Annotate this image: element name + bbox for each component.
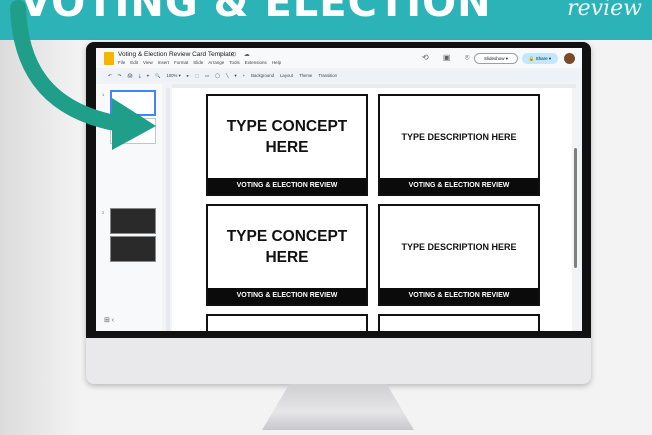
toolbar-item[interactable]: Layout — [280, 73, 293, 78]
card-concept-text[interactable]: TYPE CONCEPT HERE — [208, 206, 366, 288]
menu-item[interactable]: Arrange — [208, 60, 224, 65]
slide-canvas[interactable]: TYPE CONCEPT HERE VOTING & ELECTION REVIE… — [172, 88, 572, 331]
title-actions-icons[interactable]: ☆ ⊡ ☁ — [218, 51, 253, 58]
card-footer: VOTING & ELECTION REVIEW — [380, 288, 538, 304]
history-icons[interactable]: ⟲ ▣ ⌾ — [422, 53, 476, 63]
toolbar-item[interactable]: ╲ — [226, 73, 229, 78]
toolbar-item[interactable]: ▾ — [234, 73, 236, 78]
grid-view-icon[interactable]: ⊞ ‹ — [104, 316, 114, 324]
scrollbar[interactable] — [574, 148, 577, 268]
share-button[interactable]: 🔒 Share ▾ — [522, 53, 558, 64]
review-card-partial[interactable] — [206, 314, 368, 331]
card-footer: VOTING & ELECTION REVIEW — [208, 288, 366, 304]
toolbar-item[interactable]: Transition — [318, 73, 337, 78]
toolbar-item[interactable]: ▭ — [205, 73, 209, 78]
toolbar-item[interactable]: Theme — [299, 73, 312, 78]
curved-arrow-icon — [10, 0, 156, 150]
avatar[interactable] — [564, 53, 575, 64]
slide-number: 2 — [102, 210, 105, 215]
review-card[interactable]: TYPE DESCRIPTION HERE VOTING & ELECTION R… — [378, 204, 540, 306]
card-footer: VOTING & ELECTION REVIEW — [208, 178, 366, 194]
banner-script: review — [567, 0, 642, 21]
review-card[interactable]: TYPE CONCEPT HERE VOTING & ELECTION REVIE… — [206, 94, 368, 196]
slide-thumbnail[interactable] — [110, 236, 156, 262]
slide-thumbnail[interactable] — [110, 208, 156, 234]
menu-item[interactable]: Help — [272, 60, 281, 65]
card-description-text[interactable]: TYPE DESCRIPTION HERE — [380, 206, 538, 288]
toolbar-item[interactable]: Background — [251, 73, 274, 78]
card-footer: VOTING & ELECTION REVIEW — [380, 178, 538, 194]
monitor-stand — [262, 384, 414, 430]
review-card[interactable]: TYPE DESCRIPTION HERE VOTING & ELECTION R… — [378, 94, 540, 196]
review-card[interactable]: TYPE CONCEPT HERE VOTING & ELECTION REVIE… — [206, 204, 368, 306]
card-concept-text[interactable]: TYPE CONCEPT HERE — [208, 96, 366, 178]
menu-item[interactable]: Extensions — [245, 60, 267, 65]
card-description-text[interactable]: TYPE DESCRIPTION HERE — [380, 96, 538, 178]
toolbar-item[interactable]: + — [243, 73, 246, 78]
menu-item[interactable]: Tools — [229, 60, 240, 65]
review-card-partial[interactable] — [378, 314, 540, 331]
slideshow-button[interactable]: Slideshow ▾ — [474, 53, 518, 64]
toolbar-item[interactable]: ◯ — [215, 73, 220, 78]
